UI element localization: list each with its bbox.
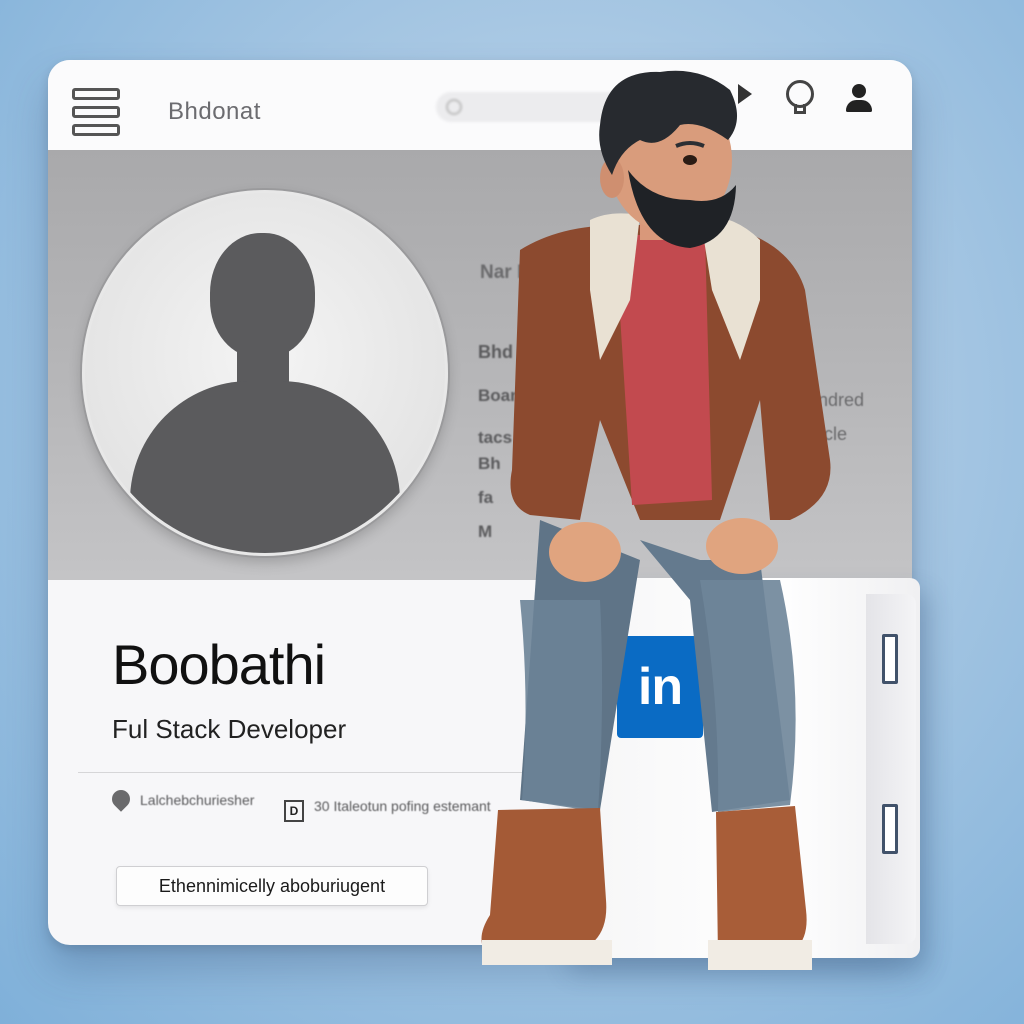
connections-text: 30 Italeotun pofing estemant [314,798,491,814]
app-title: Bhdonat [168,98,261,125]
banner-text-line: Bhd [478,342,513,362]
banner-text-right: andred [808,390,865,410]
location-icon [108,786,134,812]
pedestal-edge [866,594,916,944]
play-icon[interactable] [738,84,752,104]
user-icon[interactable] [844,84,874,116]
avatar[interactable] [82,190,448,556]
document-icon: D [284,800,304,822]
profile-name: Boobathi [112,633,326,696]
banner-text-right: uacle [804,424,848,444]
banner-text-line: Boan [478,386,521,405]
top-bar: Bhdonat [48,60,912,151]
edge-tab [882,634,898,684]
linkedin-logo: in [617,636,703,738]
edge-tab [882,804,898,854]
profile-action-button[interactable]: Ethennimicelly aboburiugent [116,866,428,906]
award-icon[interactable] [786,80,814,116]
banner-text-line: M [478,522,493,541]
profile-role: Ful Stack Developer [112,714,347,744]
menu-icon[interactable] [72,88,120,136]
banner-text-line: Bh [478,454,501,473]
banner-text-line: tacs [478,428,513,447]
banner-headline: Nar Mfja 30fn alghing [480,262,673,283]
search-input[interactable] [436,92,676,122]
banner-text-line: fa [478,488,494,507]
search-icon [446,99,462,115]
profile-banner: Nar Mfja 30fn alghing Bhd Boan tacs Bh f… [48,150,912,580]
location-text: Lalchebchuriesher [140,792,255,808]
